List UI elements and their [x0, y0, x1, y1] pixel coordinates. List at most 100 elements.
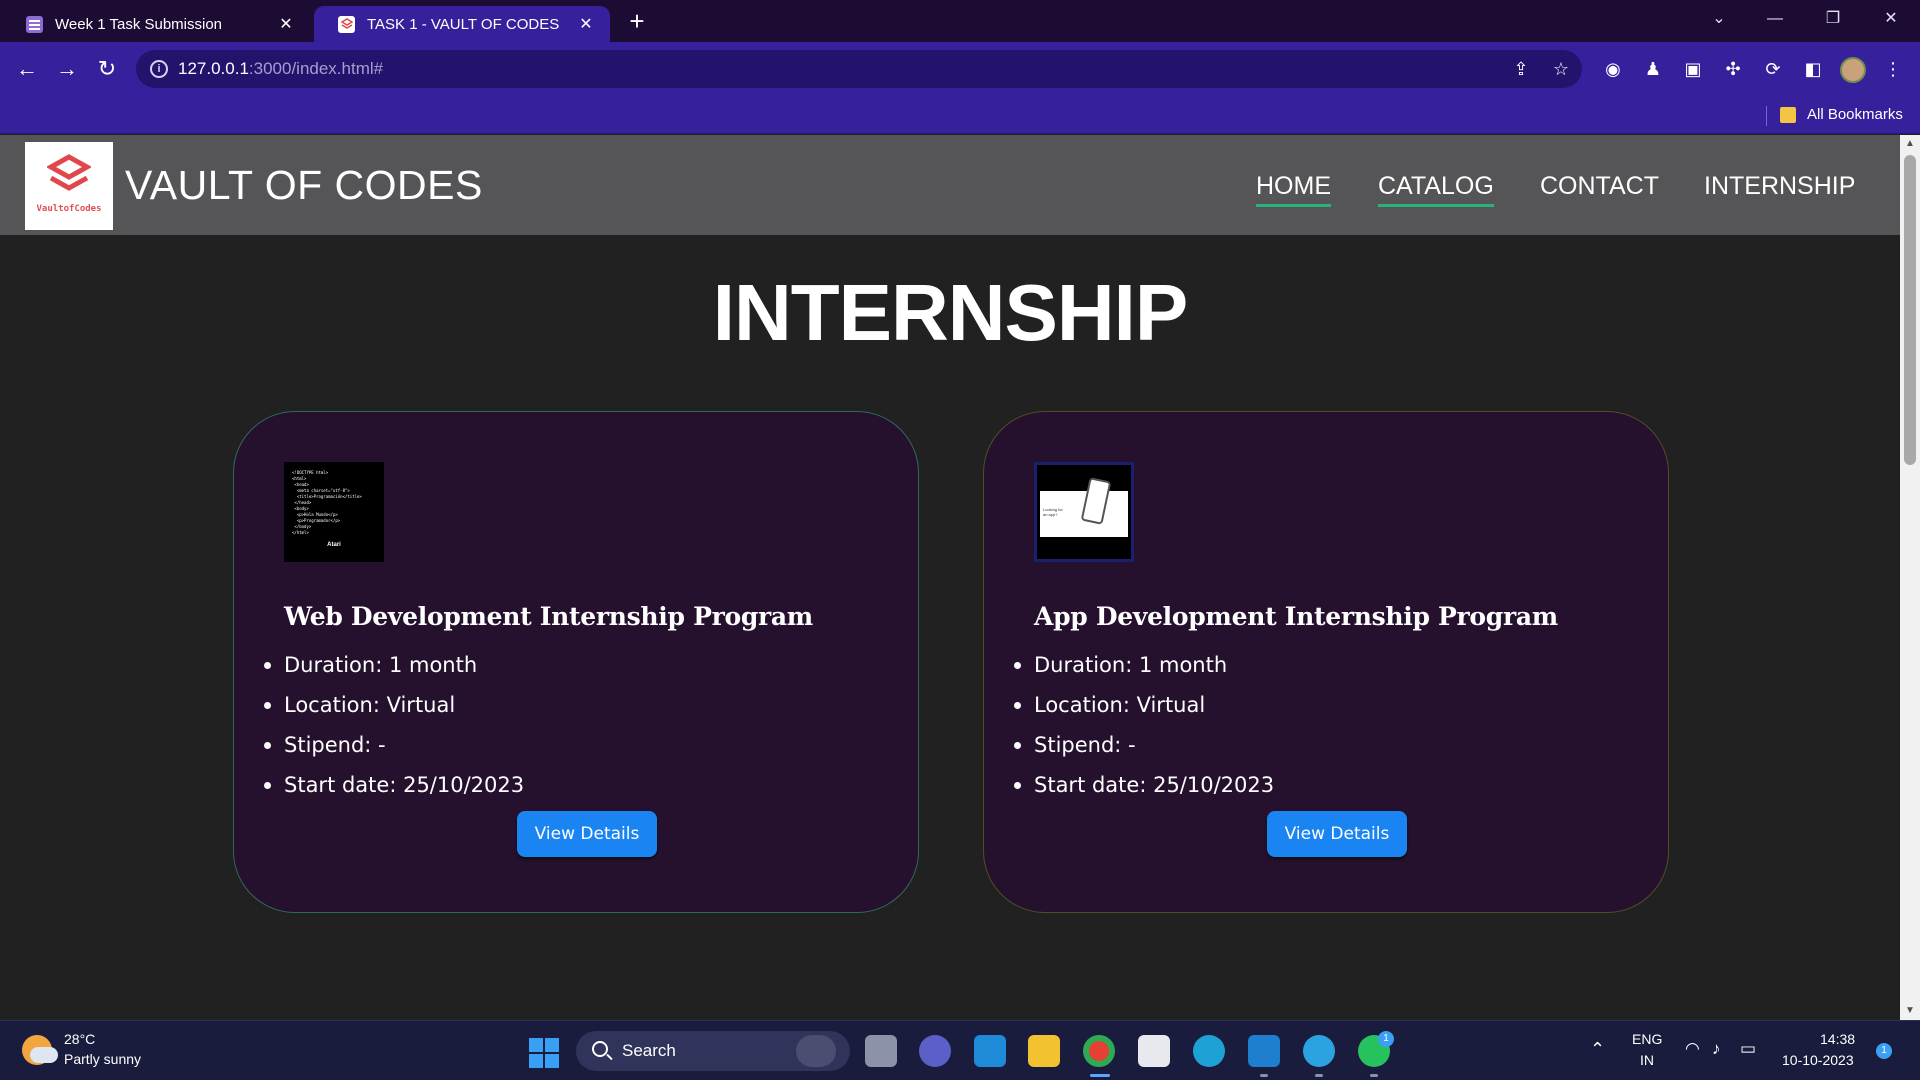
card-details-list: Duration: 1 month Location: Virtual Stip… — [263, 645, 524, 805]
list-item: Start date: 25/10/2023 — [263, 765, 524, 805]
bookmarks-bar: All Bookmarks — [0, 96, 1920, 134]
whatsapp-badge: 1 — [1378, 1031, 1394, 1047]
card-title: Web Development Internship Program — [284, 602, 813, 631]
forward-arrow-icon[interactable]: → — [53, 55, 81, 83]
windows-taskbar: 28°C Partly sunny Search 1 ⌃ ENG IN ◠ ♪ … — [0, 1020, 1920, 1080]
url-host: 127.0.0.1 — [178, 59, 249, 78]
site-header: VaultofCodes VAULT OF CODES HOME CATALOG… — [0, 135, 1900, 235]
new-tab-button[interactable]: + — [622, 6, 652, 36]
profile-avatar[interactable] — [1840, 57, 1866, 83]
edge-icon[interactable] — [1193, 1035, 1225, 1067]
close-tab-icon[interactable]: ✕ — [576, 14, 596, 34]
page-title: INTERNSHIP — [712, 268, 1189, 357]
url-text[interactable]: 127.0.0.1:3000/index.html# — [178, 59, 383, 79]
tab-week1-task-submission[interactable]: Week 1 Task Submission ✕ — [2, 6, 310, 42]
taskbar-search[interactable]: Search — [576, 1031, 850, 1071]
file-explorer-icon[interactable] — [1028, 1035, 1060, 1067]
reload-icon[interactable]: ↻ — [93, 55, 121, 83]
browser-toolbar: ← → ↻ i 127.0.0.1:3000/index.html# ⇪ ☆ ◉… — [0, 42, 1920, 96]
nav-catalog[interactable]: CATALOG — [1378, 172, 1494, 207]
web-dev-thumbnail: <!DOCTYPE html> <html> <head> <meta char… — [284, 462, 384, 562]
browser-tab-strip: Week 1 Task Submission ✕ TASK 1 - VAULT … — [0, 0, 1920, 42]
list-item: Location: Virtual — [263, 685, 524, 725]
scroll-thumb[interactable] — [1904, 155, 1916, 465]
region-code[interactable]: IN — [1640, 1052, 1654, 1068]
extension-sync-icon[interactable]: ⟳ — [1760, 56, 1786, 82]
list-item: Stipend: - — [1013, 725, 1274, 765]
whatsapp-running-indicator — [1370, 1074, 1378, 1077]
site-info-icon[interactable]: i — [150, 60, 168, 78]
tab-vault-of-codes[interactable]: TASK 1 - VAULT OF CODES ✕ — [314, 6, 610, 42]
language-code[interactable]: ENG — [1632, 1031, 1662, 1047]
vscode-icon[interactable] — [1248, 1035, 1280, 1067]
page-viewport: VaultofCodes VAULT OF CODES HOME CATALOG… — [0, 135, 1900, 1020]
chrome-icon[interactable] — [1083, 1035, 1115, 1067]
bookmarks-separator — [1766, 106, 1767, 126]
bookmark-star-icon[interactable]: ☆ — [1550, 58, 1572, 80]
close-tab-icon[interactable]: ✕ — [276, 14, 296, 34]
nav-internship[interactable]: INTERNSHIP — [1704, 172, 1855, 201]
clock-time[interactable]: 14:38 — [1820, 1031, 1855, 1047]
view-details-button[interactable]: View Details — [517, 811, 657, 857]
forms-icon — [26, 15, 43, 33]
widgets-icon[interactable] — [974, 1035, 1006, 1067]
site-brand[interactable]: VAULT OF CODES — [125, 162, 483, 209]
weather-description[interactable]: Partly sunny — [64, 1051, 141, 1067]
close-window-button[interactable]: ✕ — [1868, 0, 1914, 40]
volume-icon[interactable]: ♪ — [1712, 1039, 1721, 1059]
logo-text: VaultofCodes — [36, 204, 102, 214]
teams-chat-icon[interactable] — [919, 1035, 951, 1067]
extension-image-icon[interactable]: ▣ — [1680, 56, 1706, 82]
vault-favicon-icon — [338, 15, 355, 33]
extension-profile-icon[interactable]: ♟ — [1640, 56, 1666, 82]
chevron-up-icon[interactable]: ⌃ — [1590, 1039, 1605, 1060]
extension-speed-icon[interactable]: ◉ — [1600, 56, 1626, 82]
view-details-button[interactable]: View Details — [1267, 811, 1407, 857]
extensions-puzzle-icon[interactable]: ✣ — [1720, 56, 1746, 82]
nav-home[interactable]: HOME — [1256, 172, 1331, 207]
side-panel-icon[interactable]: ◧ — [1800, 56, 1826, 82]
internship-card-web: <!DOCTYPE html> <html> <head> <meta char… — [233, 411, 919, 913]
search-label: Search — [622, 1041, 676, 1060]
address-bar[interactable]: i 127.0.0.1:3000/index.html# ⇪ ☆ — [136, 50, 1582, 88]
chrome-active-indicator — [1090, 1074, 1110, 1077]
url-path: :3000/index.html# — [248, 59, 384, 78]
tab-title: TASK 1 - VAULT OF CODES — [367, 15, 560, 33]
list-item: Duration: 1 month — [263, 645, 524, 685]
list-item: Start date: 25/10/2023 — [1013, 765, 1274, 805]
list-item: Stipend: - — [263, 725, 524, 765]
tab-search-chevron-icon[interactable]: ⌄ — [1696, 0, 1742, 40]
all-bookmarks-link[interactable]: All Bookmarks — [1807, 106, 1903, 123]
vscode-running-indicator — [1260, 1074, 1268, 1077]
telegram-icon[interactable] — [1303, 1035, 1335, 1067]
vault-logo-icon — [47, 154, 91, 191]
clock-date[interactable]: 10-10-2023 — [1782, 1052, 1854, 1068]
task-view-icon[interactable] — [865, 1035, 897, 1067]
back-arrow-icon[interactable]: ← — [13, 55, 41, 83]
card-title: App Development Internship Program — [1034, 602, 1558, 631]
search-highlight-image — [796, 1035, 836, 1067]
scroll-up-arrow-icon[interactable]: ▲ — [1900, 135, 1920, 153]
battery-icon[interactable]: ▭ — [1740, 1039, 1756, 1059]
microsoft-store-icon[interactable] — [1138, 1035, 1170, 1067]
tab-title: Week 1 Task Submission — [55, 15, 223, 33]
minimize-button[interactable]: — — [1752, 0, 1798, 40]
kebab-menu-icon[interactable]: ⋮ — [1880, 56, 1906, 82]
nav-contact[interactable]: CONTACT — [1540, 172, 1659, 201]
wifi-icon[interactable]: ◠ — [1685, 1039, 1700, 1059]
site-logo[interactable]: VaultofCodes — [25, 142, 113, 230]
folder-icon — [1780, 107, 1796, 123]
search-icon — [592, 1041, 608, 1057]
telegram-running-indicator — [1315, 1074, 1323, 1077]
card-details-list: Duration: 1 month Location: Virtual Stip… — [1013, 645, 1274, 805]
restore-button[interactable]: ❐ — [1810, 0, 1856, 40]
weather-temperature[interactable]: 28°C — [64, 1031, 95, 1047]
windows-start-icon[interactable] — [529, 1038, 559, 1068]
scroll-down-arrow-icon[interactable]: ▼ — [1900, 1002, 1920, 1020]
share-icon[interactable]: ⇪ — [1510, 58, 1532, 80]
notification-badge[interactable]: 1 — [1876, 1043, 1892, 1059]
page-scrollbar[interactable]: ▲ ▼ — [1900, 135, 1920, 1020]
weather-cloud-icon — [30, 1047, 58, 1063]
list-item: Location: Virtual — [1013, 685, 1274, 725]
list-item: Duration: 1 month — [1013, 645, 1274, 685]
